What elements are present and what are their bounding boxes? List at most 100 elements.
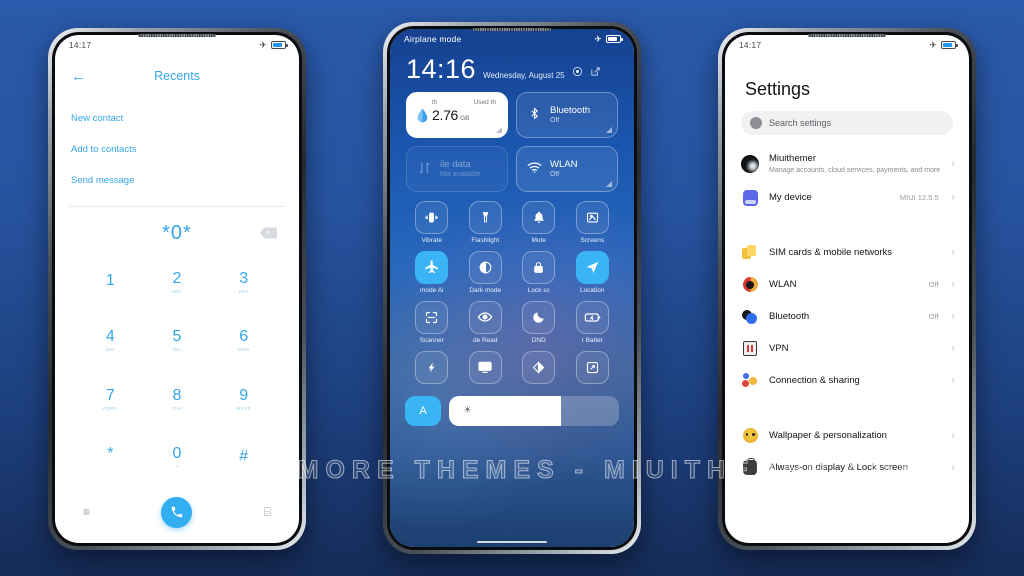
toggle-sync[interactable]: [405, 350, 459, 387]
settings-row-wlan[interactable]: WLAN Off ›: [725, 269, 969, 301]
resize-corner-icon[interactable]: [496, 126, 502, 133]
settings-row-account[interactable]: Miuithemer Manage accounts, cloud servic…: [725, 146, 969, 182]
menu-item-send-message[interactable]: Send message: [71, 165, 299, 196]
dialpad-key[interactable]: 9 WXYZ: [210, 370, 277, 429]
dialpad-key[interactable]: 7 PQRS: [77, 370, 144, 429]
divider: [69, 206, 285, 207]
mobile-data-icon: [416, 161, 433, 177]
toggle-screenshot[interactable]: Screens: [566, 200, 620, 244]
row-label: Wallpaper & personalization: [769, 430, 887, 442]
key-letters: WXYZ: [236, 405, 251, 411]
card-title: ile data: [440, 159, 471, 171]
earpiece-grille: [473, 28, 551, 31]
edit-icon[interactable]: [590, 66, 601, 83]
dialpad-key[interactable]: 5 JKL: [144, 312, 211, 371]
settings-row-connection-sharing[interactable]: Connection & sharing ›: [725, 365, 969, 397]
dialpad-key[interactable]: 0 +: [144, 429, 211, 488]
call-button[interactable]: [161, 496, 193, 528]
toggle-battery-saver[interactable]: r Batter: [566, 300, 620, 344]
auto-brightness-button[interactable]: A: [405, 395, 441, 426]
menu-item-add-to-contacts[interactable]: Add to contacts: [71, 134, 299, 165]
key-digit: 1: [105, 272, 115, 290]
card-mobile-data[interactable]: ile data Not available: [406, 145, 508, 192]
settings-gear-icon[interactable]: [572, 66, 583, 83]
settings-row-wallpaper[interactable]: Wallpaper & personalization ›: [725, 420, 969, 452]
dialpad-icon[interactable]: ⌸: [264, 505, 271, 520]
toggle-label: Vibrate: [421, 236, 442, 244]
dialpad-key[interactable]: *,: [77, 429, 144, 488]
home-indicator[interactable]: [477, 540, 547, 543]
account-subtitle: Manage accounts, cloud services, payment…: [769, 166, 941, 174]
chevron-right-icon: ›: [951, 158, 955, 170]
sim-card-icon: [741, 244, 759, 262]
settings-personalization-group: Wallpaper & personalization › Always-on …: [725, 420, 969, 484]
search-placeholder: Search settings: [769, 118, 832, 128]
settings-row-aod-lockscreen[interactable]: Always-on display & Lock screen ›: [725, 452, 969, 484]
resize-corner-icon[interactable]: [606, 180, 612, 187]
wifi-icon: [526, 161, 543, 176]
airplane-icon: [415, 250, 449, 284]
phone-device-settings: 14:17 ✈ Settings Search settings Miuithe…: [718, 28, 976, 550]
key-digit: 5: [172, 328, 182, 346]
toggle-scanner[interactable]: Scanner: [405, 300, 459, 344]
settings-row-vpn[interactable]: VPN ›: [725, 333, 969, 365]
settings-row-sim-cards[interactable]: SIM cards & mobile networks ›: [725, 237, 969, 269]
settings-row-my-device[interactable]: My device MIUI 12.5.5 ›: [725, 182, 969, 214]
card-wlan[interactable]: WLAN Off: [516, 145, 618, 192]
chevron-right-icon: ›: [951, 462, 955, 474]
settings-row-bluetooth[interactable]: Bluetooth Off ›: [725, 301, 969, 333]
toggle-label: de Read: [472, 336, 498, 344]
status-icons: ✈: [594, 34, 623, 44]
dialpad-key[interactable]: 6 MNO: [210, 312, 277, 371]
card-bluetooth[interactable]: Bluetooth Off: [516, 91, 618, 138]
dialed-number[interactable]: *0*: [162, 222, 192, 245]
dialpad-key[interactable]: 2 ABC: [144, 253, 211, 312]
brightness-slider[interactable]: ☀: [449, 395, 619, 426]
key-digit: *: [107, 445, 114, 463]
toggle-mute[interactable]: Mute: [512, 200, 566, 244]
row-label: VPN: [769, 343, 789, 355]
dialpad-key[interactable]: #: [210, 429, 277, 488]
search-input[interactable]: Search settings: [741, 111, 953, 135]
page-title: Settings: [745, 79, 811, 99]
toggle-theme[interactable]: [512, 350, 566, 387]
back-arrow-icon[interactable]: ←: [71, 69, 86, 84]
row-text: Connection & sharing: [769, 375, 929, 387]
toggle-dnd[interactable]: DND: [512, 300, 566, 344]
wallpaper-icon: [741, 427, 759, 445]
toggle-flashlight[interactable]: Flashlight: [459, 200, 513, 244]
toggle-airplane-mode[interactable]: mode Ai: [405, 250, 459, 294]
dialpad-key[interactable]: 3 DEF: [210, 253, 277, 312]
chevron-right-icon: ›: [951, 192, 955, 204]
battery-saver-icon: [575, 300, 609, 334]
toggle-lock-screen[interactable]: Lock sc: [512, 250, 566, 294]
card-data-usage[interactable]: th Used th 2.76 GB: [406, 91, 508, 138]
toggle-reading-mode[interactable]: de Read: [459, 300, 513, 344]
dialpad-key[interactable]: 4 GHI: [77, 312, 144, 371]
card-label-right: Used th: [473, 98, 496, 106]
screen-dialer: 14:17 ✈ ← Recents New contact Add to con…: [55, 35, 299, 543]
toggle-vibrate[interactable]: Vibrate: [405, 200, 459, 244]
toggle-grid: Vibrate Flashlight Mute Screens mode Ai …: [390, 192, 634, 387]
dialpad: 1 2 ABC 3 DEF 4 GHI 5 JKL 6 MNO 7 PQRS 8 TUV 9W…: [55, 253, 299, 487]
airplane-mode-icon: ✈: [259, 39, 267, 50]
search-icon: [750, 117, 762, 129]
dialpad-key[interactable]: 8 TUV: [144, 370, 211, 429]
phone-icon: [171, 506, 183, 518]
menu-icon[interactable]: ≡: [83, 505, 90, 519]
toggle-cast[interactable]: [459, 350, 513, 387]
resize-corner-icon[interactable]: [606, 126, 612, 133]
backspace-icon[interactable]: ✕: [260, 227, 277, 239]
key-digit: 3: [239, 269, 249, 287]
toggle-label: Location: [579, 286, 605, 294]
toggle-label: r Batter: [581, 336, 603, 344]
dialpad-key[interactable]: 1: [77, 253, 144, 312]
toggle-dark-mode[interactable]: Dark mode: [459, 250, 513, 294]
menu-item-new-contact[interactable]: New contact: [71, 103, 299, 134]
toggle-fullscreen[interactable]: [566, 350, 620, 387]
toggle-label: Scanner: [419, 336, 444, 344]
row-text: Bluetooth: [769, 311, 919, 323]
toggle-location[interactable]: Location: [566, 250, 620, 294]
